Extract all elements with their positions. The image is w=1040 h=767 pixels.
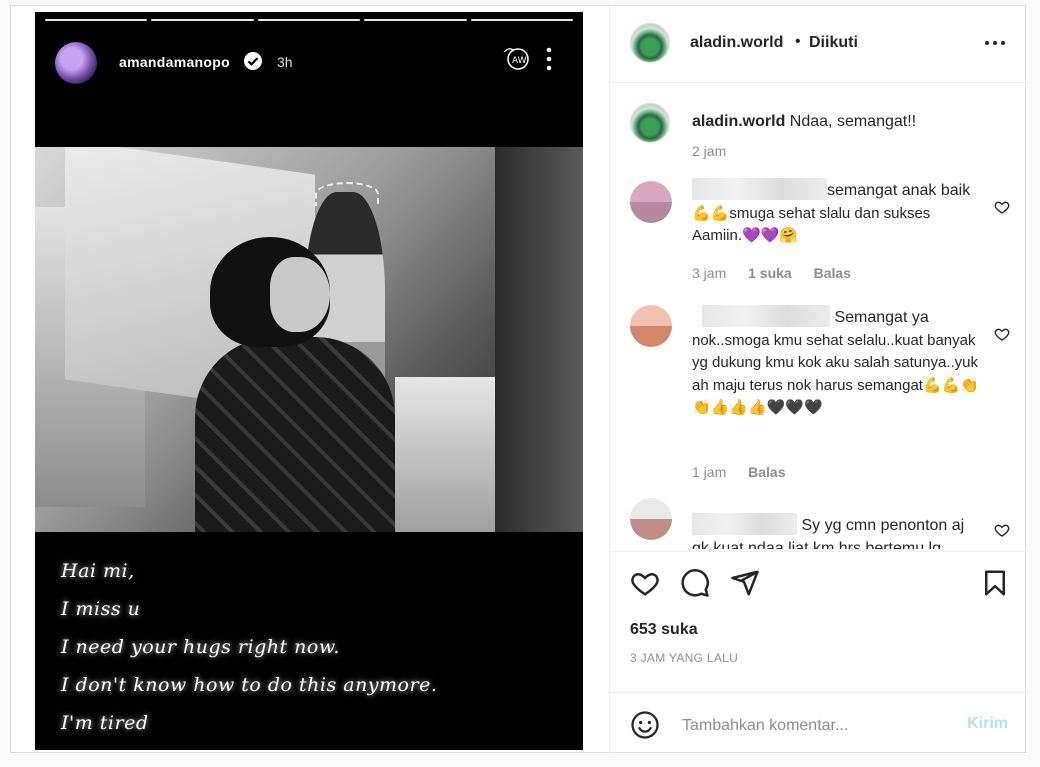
progress-segment: [151, 19, 254, 21]
comment-text: Semangat ya nok..smoga kmu sehat selalu.…: [692, 305, 982, 420]
like-comment-icon[interactable]: [994, 522, 1010, 538]
post-header: aladin.world • Diikuti: [610, 6, 1028, 83]
comment-body-rest: 💪💪smuga sehat slalu dan sukses Aamiin.💜💜…: [692, 204, 931, 245]
caption-text: aladin.world Ndaa, semangat!!: [692, 111, 982, 134]
more-options-icon[interactable]: [984, 33, 1006, 53]
separator-dot: •: [795, 33, 801, 50]
progress-segment: [45, 19, 148, 21]
comments-list[interactable]: aladin.world Ndaa, semangat!! 2 jam sema…: [610, 83, 1028, 549]
caption-username[interactable]: aladin.world: [692, 113, 785, 130]
reply-button[interactable]: Balas: [748, 464, 785, 480]
story-image: amandamanopo 3h AW Hai mi, I miss u I ne…: [35, 12, 583, 750]
comment-body: semangat anak baik: [827, 182, 971, 199]
share-icon[interactable]: [730, 568, 760, 598]
message-line: Hai mi,: [61, 560, 135, 582]
progress-segment: [364, 19, 467, 21]
likes-count[interactable]: 653 suka: [630, 621, 698, 639]
message-line: I'm tired: [61, 712, 149, 734]
story-message: Hai mi, I miss u I need your hugs right …: [61, 552, 437, 742]
message-line: I don't know how to do this anymore.: [61, 674, 438, 696]
action-bar: [610, 551, 1028, 612]
story-more-icon: [546, 47, 552, 71]
photo-woman-face: [270, 257, 330, 332]
progress-segment: [257, 19, 361, 21]
photo-woman: [195, 337, 395, 532]
photo-crown: [315, 182, 379, 206]
svg-text:AW: AW: [512, 56, 527, 66]
comment-time: 1 jam: [692, 464, 727, 480]
message-line: I miss u: [61, 598, 141, 620]
redacted-username: [702, 305, 830, 327]
caption-meta: 2 jam: [692, 143, 744, 159]
comment-meta: 1 jam Balas: [692, 464, 803, 480]
comment-body-rest: gk kuat ndaa liat km hrs bertemu lg: [692, 539, 942, 550]
comment-composer: Kirim: [610, 692, 1028, 755]
comment-meta: 3 jam 1 suka Balas: [692, 265, 869, 281]
caption-body: Ndaa, semangat!!: [789, 113, 917, 130]
story-time: 3h: [277, 54, 293, 70]
redacted-username: [692, 513, 797, 535]
comment-likes[interactable]: 1 suka: [748, 265, 792, 281]
commenter-avatar[interactable]: [630, 305, 672, 347]
like-comment-icon[interactable]: [994, 326, 1010, 342]
comments-panel: aladin.world • Diikuti aladin.world Ndaa…: [609, 6, 1028, 754]
commenter-avatar[interactable]: [630, 498, 672, 540]
music-sticker-icon: AW: [503, 48, 529, 70]
story-progress-bar: [45, 19, 574, 21]
caption-avatar[interactable]: [630, 103, 670, 143]
message-line: I need your hugs right now.: [61, 636, 340, 658]
post-timestamp: 3 JAM YANG LALU: [630, 651, 739, 665]
like-comment-icon[interactable]: [994, 199, 1010, 215]
author-avatar[interactable]: [630, 23, 670, 63]
emoji-icon[interactable]: [630, 710, 660, 740]
comment-text: semangat anak baik 💪💪smuga sehat slalu d…: [692, 178, 982, 248]
post-dialog: amandamanopo 3h AW Hai mi, I miss u I ne…: [10, 5, 1028, 754]
comment-input[interactable]: [680, 711, 954, 741]
post-comment-button[interactable]: Kirim: [967, 715, 1008, 733]
story-photo: [35, 147, 583, 532]
follow-status-button[interactable]: Diikuti: [809, 34, 858, 52]
redacted-username: [692, 178, 827, 200]
story-header: amandamanopo 3h AW: [55, 40, 563, 84]
comment-body: Sy yg cmn penonton aj: [801, 517, 965, 534]
comment-time: 3 jam: [692, 265, 727, 281]
story-username: amandamanopo: [119, 54, 230, 70]
author-username[interactable]: aladin.world: [690, 34, 783, 52]
verified-badge-icon: [244, 52, 262, 70]
comment-icon[interactable]: [680, 568, 710, 598]
comment-body-rest: nok..smoga kmu sehat selalu..kuat banyak…: [692, 331, 979, 417]
comment-text: Sy yg cmn penonton aj gk kuat ndaa liat …: [692, 513, 982, 549]
photo-wall: [495, 147, 583, 532]
progress-segment: [470, 19, 574, 21]
bookmark-icon[interactable]: [980, 568, 1010, 598]
like-icon[interactable]: [630, 568, 660, 598]
commenter-avatar[interactable]: [630, 181, 672, 223]
caption-time: 2 jam: [692, 143, 727, 159]
reply-button[interactable]: Balas: [814, 265, 851, 281]
comment-body: Semangat ya: [834, 309, 929, 326]
story-avatar: [55, 42, 97, 84]
